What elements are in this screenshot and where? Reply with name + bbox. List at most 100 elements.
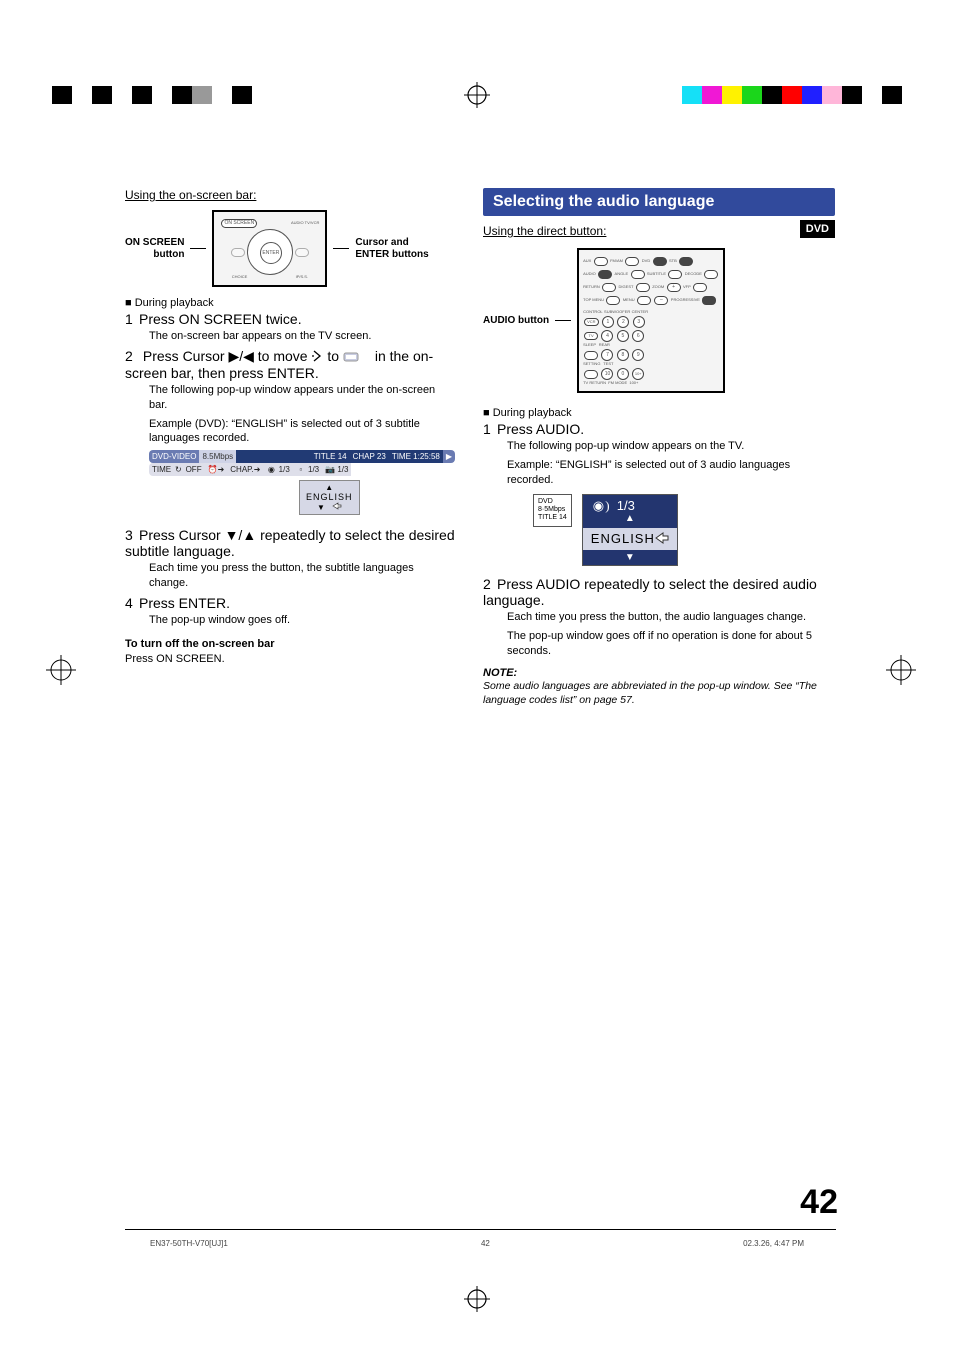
osd-popup: ▲ ENGLISH ▼ [299, 480, 360, 515]
down-arrow-icon: ▼ [583, 552, 677, 563]
step4-body: The pop-up window goes off. [149, 613, 455, 628]
remote-key-9: 9 [632, 349, 644, 361]
remote-key-audio [598, 270, 612, 279]
side-cross-left [46, 655, 76, 685]
popup-lg-top: 1/3 [617, 498, 635, 513]
footer-left: EN37-50TH-V70[UJ]1 [150, 1239, 228, 1248]
step2-body2: Example (DVD): “ENGLISH” is selected out… [149, 417, 455, 447]
r-step2-body1: Each time you press the button, the audi… [507, 610, 835, 625]
osd-time: TIME 1:25:58 [389, 450, 443, 463]
dvd-badge: DVD [800, 220, 835, 238]
remote-key-10: 10 [601, 368, 613, 380]
remote-navpad: ENTER [247, 229, 293, 275]
r-step2-title: 2Press AUDIO repeatedly to select the de… [483, 576, 835, 608]
note-head: NOTE: [483, 667, 835, 679]
remote-key-2: 2 [617, 316, 629, 328]
footer-rule [125, 1229, 836, 1230]
audio-popup-diagram: DVD 8·5Mbps TITLE 14 ◉ ) 1/3 ▲ ENGLISH [533, 494, 835, 567]
osd-row2: TIME ↻ OFF ⏰⧖➜➜ CHAP.➜ ◉ 1/3 ▫ 1/3 📷 1/3 [149, 463, 455, 476]
cursor-hand-icon [332, 502, 342, 510]
footer-center: 42 [481, 1239, 490, 1248]
audio-icon: ◉ [266, 465, 276, 474]
up-arrow-icon: ▲ [593, 513, 667, 524]
step1-body: The on-screen bar appears on the TV scre… [149, 329, 455, 344]
section-heading: Selecting the audio language [483, 188, 835, 216]
callout-onscreen-top: ON SCREEN [125, 237, 184, 248]
cursor-hand-icon [655, 532, 669, 544]
during-playback-right: ■ During playback [483, 407, 835, 419]
repeat-icon: ↻ [173, 465, 183, 474]
during-playback-left: ■ During playback [125, 297, 455, 309]
callout-cursor-bottom: ENTER buttons [355, 249, 428, 260]
r-step1-title: 1Press AUDIO. [483, 421, 835, 437]
turnoff-bold: To turn off the on-screen bar [125, 638, 455, 650]
popup-lg-text: ENGLISH [591, 532, 655, 546]
r-step2-body2: The pop-up window goes off if no operati… [507, 629, 835, 659]
note-body: Some audio languages are abbreviated in … [483, 679, 835, 707]
remote-key-on-screen: ON SCREEN [221, 219, 257, 228]
page: Using the on-screen bar: ON SCREEN butto… [0, 0, 954, 1352]
turnoff-body: Press ON SCREEN. [125, 652, 455, 667]
osd-angle: 1/3 [337, 465, 348, 474]
remote-key-8: 8 [617, 349, 629, 361]
popup-large: ◉ ) 1/3 ▲ ENGLISH ▼ [582, 494, 678, 567]
side-cross-right [886, 655, 916, 685]
step3-body: Each time you press the button, the subt… [149, 561, 455, 591]
clock-icon: ⏰ [208, 465, 218, 474]
remote-key-7: 7 [601, 349, 613, 361]
up-arrow-icon: ▲ [306, 483, 353, 492]
r-step1-body2: Example: “ENGLISH” is selected out of 3 … [507, 458, 835, 488]
step4-title: 4Press ENTER. [125, 595, 455, 611]
osd-title: TITLE 14 [311, 450, 350, 463]
callout-cursor: Cursor and ENTER buttons [355, 237, 428, 261]
left-column: Using the on-screen bar: ON SCREEN butto… [125, 188, 455, 707]
callout-onscreen: ON SCREEN button [125, 237, 184, 261]
right-column: Selecting the audio language DVD Using t… [483, 188, 835, 707]
right-subhead: Using the direct button: [483, 224, 835, 238]
leader-line-icon [555, 320, 571, 321]
remote-key-vcr: VCR [584, 318, 598, 326]
remote-key-enter: ENTER [260, 242, 282, 264]
remote-key-4: 4 [601, 330, 613, 342]
step3-title: 3Press Cursor ▼/▲ repeatedly to select t… [125, 527, 455, 559]
subtitle-icon: ▫ [296, 465, 306, 474]
register-marks-left [52, 86, 272, 106]
leader-line-icon [190, 248, 206, 249]
callout-cursor-top: Cursor and [355, 237, 408, 248]
remote-label-ipss: IP/S.S. [296, 274, 308, 279]
osd-source: DVD-VIDEO [149, 450, 199, 463]
remote-snippet-right: AUX FM/AM DVD STB AUDIO ANGLE [577, 248, 725, 393]
audio-icon: ◉ ) [593, 498, 610, 513]
remote-label-choice: CHOICE [232, 274, 248, 279]
osd-header: DVD-VIDEO 8.5Mbps TITLE 14 CHAP 23 TIME … [149, 450, 455, 463]
subtitle-target-icon [343, 351, 371, 363]
remote-key-5: 5 [617, 330, 629, 342]
popup-small: DVD 8·5Mbps TITLE 14 [533, 494, 572, 527]
onscreen-diagram: ON SCREEN button ON SCREEN AUDIO TV/VCR … [125, 210, 455, 287]
angle-icon: 📷 [325, 465, 335, 474]
osd-play-icon: ▶ [443, 450, 455, 463]
cursor-icon [311, 350, 323, 362]
content: Using the on-screen bar: ON SCREEN butto… [125, 188, 835, 707]
remote-key-6: 6 [632, 330, 644, 342]
osd-audio: 1/3 [279, 465, 290, 474]
left-subhead: Using the on-screen bar: [125, 188, 455, 202]
footer: EN37-50TH-V70[UJ]1 42 02.3.26, 4:47 PM [150, 1239, 804, 1248]
r-step1-body1: The following pop-up window appears on t… [507, 439, 835, 454]
page-number: 42 [800, 1183, 838, 1222]
remote-snippet-left: ON SCREEN AUDIO TV/VCR ENTER CHOICE [212, 210, 327, 287]
osd-chaparrow: CHAP.➜ [227, 463, 263, 476]
step1-title: 1Press ON SCREEN twice. [125, 311, 455, 327]
leader-line-icon [333, 248, 349, 249]
audio-diagram: AUDIO button AUX FM/AM DVD STB AU [483, 248, 835, 393]
osd-bitrate: 8.5Mbps [199, 450, 236, 463]
register-target-bottom [464, 1286, 490, 1312]
osd-repeat: OFF [186, 465, 202, 474]
down-arrow-icon: ▼ [306, 502, 353, 512]
step2-body1: The following pop-up window appears unde… [149, 383, 455, 413]
callout-onscreen-bottom: button [153, 249, 184, 260]
remote-key-0: 0 [617, 368, 629, 380]
osd-popup-text: ENGLISH [306, 492, 353, 502]
remote-key-1: 1 [602, 316, 614, 328]
callout-audio: AUDIO button [483, 315, 549, 327]
